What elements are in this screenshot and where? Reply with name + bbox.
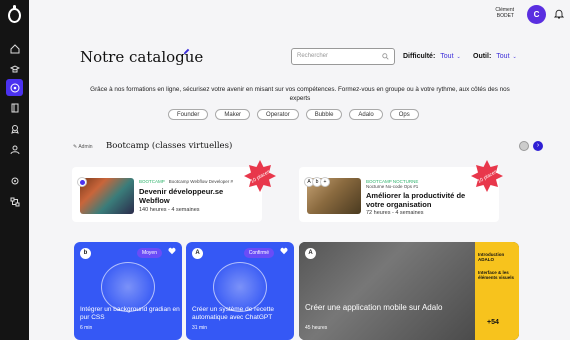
course-tag-label: BOOTCAMP	[139, 179, 165, 184]
chip-operator[interactable]: Operator	[257, 109, 299, 120]
course-logo-icon	[77, 177, 87, 187]
pencil-icon: ✎	[73, 144, 78, 150]
sidebar	[0, 0, 29, 340]
user-name: Clément BODET	[495, 7, 514, 19]
bootcamp-card[interactable]: A b + BOOTCAMP NOCTURNE Nocturne No-code …	[299, 167, 499, 222]
more-count: +54	[487, 319, 499, 326]
course-card[interactable]: b Moyen Intégrer un background gradian e…	[74, 242, 182, 340]
home-icon[interactable]	[6, 40, 23, 57]
graduation-cap-icon[interactable]	[6, 60, 23, 77]
chip-maker[interactable]: Maker	[215, 109, 251, 120]
book-icon[interactable]	[6, 99, 23, 116]
seats-badge-icon: 10 places	[471, 160, 503, 192]
level-badge: Moyen	[136, 248, 162, 258]
course-logo-icon: A	[192, 248, 203, 259]
course-tag: BOOTCAMP Bootcamp Webflow Developer #	[139, 179, 233, 184]
course-illustration	[101, 262, 155, 312]
network-icon[interactable]	[6, 193, 23, 210]
difficulty-value[interactable]: Tout	[440, 53, 453, 60]
tool-filter[interactable]: Outil: Tout ⌄	[473, 53, 517, 60]
admin-link[interactable]: ✎ Admin	[73, 144, 93, 150]
difficulty-filter[interactable]: Difficulté: Tout ⌄	[403, 53, 461, 60]
course-thumbnail	[80, 178, 134, 214]
settings-icon[interactable]	[6, 172, 23, 189]
heart-icon[interactable]	[280, 247, 288, 255]
course-logo-icon: b	[80, 248, 91, 259]
section-title: Bootcamp (classes virtuelles)	[106, 141, 233, 151]
chevron-down-icon: ⌄	[512, 54, 517, 60]
course-duration: 31 min	[192, 325, 208, 331]
course-subtag: Bootcamp Webflow Developer #	[168, 179, 233, 184]
course-title: Créer une application mobile sur Adalo	[305, 303, 443, 312]
course-title: Améliorer la productivité de votre organ…	[366, 191, 466, 209]
compass-icon[interactable]	[6, 79, 23, 96]
course-tag: BOOTCAMP NOCTURNE Nocturne No-code Ops #1	[366, 179, 422, 189]
course-logo-icon: +	[320, 177, 330, 187]
panel-title: Introduction ADALO	[478, 252, 505, 262]
carousel-prev-button[interactable]	[519, 141, 529, 151]
course-title: Créer un système de recette automatique …	[192, 306, 275, 321]
heart-icon[interactable]	[168, 247, 176, 255]
main-content: Clément BODET C Notre catalogue Recherch…	[29, 0, 570, 340]
top-bar: Clément BODET C	[370, 0, 570, 30]
chip-list: Founder Maker Operator Bubble Adalo Ops	[168, 109, 419, 120]
level-badge: Confirmé	[243, 248, 274, 258]
search-placeholder: Rechercher	[297, 53, 329, 59]
panel-subtitle: Interface & les éléments visuels	[478, 270, 515, 280]
tool-label: Outil:	[473, 53, 492, 60]
chevron-down-icon: ⌄	[456, 54, 461, 60]
user-last-name: BODET	[496, 13, 514, 19]
chip-ops[interactable]: Ops	[389, 109, 419, 120]
bell-icon[interactable]	[554, 9, 564, 19]
section-header: ✎ Admin Bootcamp (classes virtuelles) ›	[73, 140, 543, 154]
intro-text: Grâce à nos formations en ligne, sécuris…	[90, 86, 510, 102]
chip-adalo[interactable]: Adalo	[349, 109, 383, 120]
carousel-next-button[interactable]: ›	[533, 141, 543, 151]
course-duration: 45 heures	[305, 325, 328, 331]
avatar[interactable]: C	[527, 5, 546, 24]
course-card[interactable]: A Confirmé Créer un système de recette a…	[186, 242, 294, 340]
user-icon[interactable]	[6, 141, 23, 158]
seats-badge-icon: 10 places	[244, 160, 276, 192]
search-icon	[382, 53, 389, 60]
course-title: Intégrer un background gradian en pur CS…	[80, 306, 180, 321]
course-meta: 72 heures - 4 semaines	[366, 210, 424, 216]
panel-text: Introduction ADALO Interface & les éléme…	[478, 252, 516, 280]
award-icon[interactable]	[6, 120, 23, 137]
admin-label: Admin	[78, 144, 93, 150]
search-input[interactable]: Rechercher	[291, 48, 395, 65]
course-illustration	[213, 262, 267, 312]
chip-founder[interactable]: Founder	[168, 109, 209, 120]
course-duration: 6 min	[80, 325, 93, 331]
tool-value[interactable]: Tout	[496, 53, 509, 60]
course-side-panel: Introduction ADALO Interface & les éléme…	[475, 242, 519, 340]
bootcamp-card[interactable]: BOOTCAMP Bootcamp Webflow Developer # Dev…	[72, 167, 262, 222]
course-title: Devenir développeur.se Webflow	[139, 187, 224, 205]
pencil-icon[interactable]	[183, 48, 190, 55]
chip-bubble[interactable]: Bubble	[305, 109, 343, 120]
difficulty-label: Difficulté:	[403, 53, 436, 60]
featured-course-card[interactable]: A Créer une application mobile sur Adalo…	[299, 242, 519, 340]
course-meta: 140 heures - 4 semaines	[139, 207, 200, 213]
app-logo[interactable]	[8, 5, 21, 23]
course-subtag: Nocturne No-code Ops #1	[366, 184, 419, 189]
course-logo-icon: A	[305, 248, 316, 259]
